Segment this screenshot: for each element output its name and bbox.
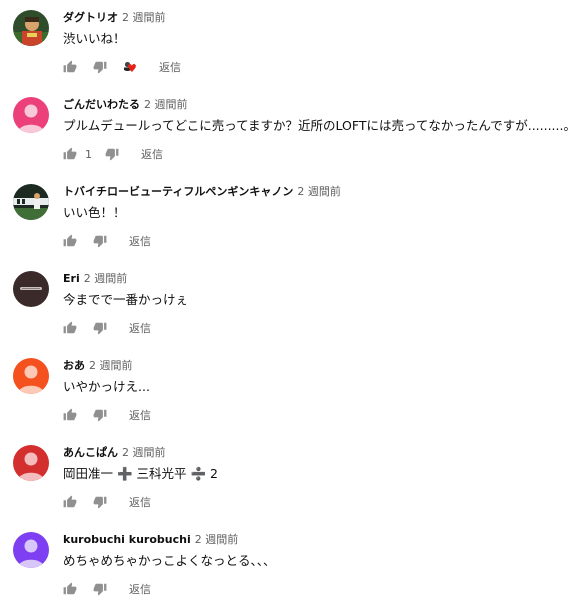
comment-header: おあ 2 週間前 — [63, 359, 133, 373]
thumb-down-icon[interactable] — [105, 147, 119, 161]
like-count: 1 — [85, 147, 92, 161]
thumb-up-icon[interactable] — [63, 582, 77, 596]
comment-header: あんこぱん 2 週間前 — [63, 446, 166, 460]
comment-thread: ダグトリオ 2 週間前 渋いいね！ ♥ 返信 — [0, 0, 570, 87]
comment-header: ごんだいわたる 2 週間前 — [63, 98, 188, 112]
thumb-up-icon[interactable] — [63, 321, 77, 335]
comment-header: Eri 2 週間前 — [63, 272, 127, 286]
thumb-down-icon[interactable] — [93, 234, 107, 248]
creator-heart-icon: ♥ — [121, 58, 139, 76]
comment-time[interactable]: 2 週間前 — [122, 446, 166, 459]
comment-thread: ごんだいわたる 2 週間前 プルムデュールってどこに売ってますか？近所のLOFTに… — [0, 87, 570, 174]
comment-thread: Eri 2 週間前 今までで一番かっけぇ 返信 — [0, 261, 570, 348]
comment-actions: 返信 — [63, 405, 151, 425]
default-avatar-icon — [13, 358, 49, 394]
default-avatar-icon — [13, 532, 49, 568]
comment-text: いやかっけえ... — [63, 379, 150, 394]
author-avatar[interactable] — [13, 445, 49, 481]
thumb-down-icon[interactable] — [93, 60, 107, 74]
thumb-up-icon[interactable] — [63, 60, 77, 74]
comments-list: ダグトリオ 2 週間前 渋いいね！ ♥ 返信 ごんだいわたる 2 週間前 プルム… — [0, 0, 570, 600]
heart-icon: ♥ — [127, 62, 137, 75]
photo-avatar-icon — [13, 10, 49, 46]
thumb-up-icon[interactable] — [63, 147, 77, 161]
comment-actions: 返信 — [63, 492, 151, 512]
comment-text: めちゃめちゃかっこよくなっとる、、、 — [63, 553, 276, 568]
reply-button[interactable]: 返信 — [129, 320, 151, 336]
thumb-down-icon[interactable] — [93, 582, 107, 596]
reply-button[interactable]: 返信 — [129, 233, 151, 249]
default-avatar-icon — [13, 445, 49, 481]
author-name[interactable]: kurobuchi kurobuchi — [63, 533, 191, 546]
author-name[interactable]: トバイチロービューティフルペンギンキャノン — [63, 185, 293, 198]
comment-text: プルムデュールってどこに売ってますか？近所のLOFTには売ってなかったんですが.… — [63, 118, 570, 133]
thumb-down-icon[interactable] — [93, 408, 107, 422]
comment-time[interactable]: 2 週間前 — [195, 533, 239, 546]
comment-actions: 返信 — [63, 231, 151, 251]
comment-time[interactable]: 2 週間前 — [84, 272, 128, 285]
author-name[interactable]: Eri — [63, 272, 80, 285]
thumb-up-icon[interactable] — [63, 495, 77, 509]
comment-text: いい色！！ — [63, 205, 126, 220]
reply-button[interactable]: 返信 — [129, 581, 151, 597]
comment-time[interactable]: 2 週間前 — [89, 359, 133, 372]
comment-header: トバイチロービューティフルペンギンキャノン 2 週間前 — [63, 185, 341, 199]
comment-thread: おあ 2 週間前 いやかっけえ... 返信 — [0, 348, 570, 435]
default-avatar-icon — [13, 97, 49, 133]
comment-text: 岡田准一 ➕ 三科光平 ➗ 2 — [63, 466, 218, 481]
thumb-down-icon[interactable] — [93, 321, 107, 335]
author-avatar[interactable] — [13, 532, 49, 568]
reply-button[interactable]: 返信 — [159, 59, 181, 75]
author-name[interactable]: おあ — [63, 359, 85, 372]
reply-button[interactable]: 返信 — [141, 146, 163, 162]
comment-header: kurobuchi kurobuchi 2 週間前 — [63, 533, 238, 547]
author-avatar[interactable] — [13, 184, 49, 220]
comment-actions: 返信 — [63, 579, 151, 599]
author-avatar[interactable] — [13, 10, 49, 46]
comment-thread: kurobuchi kurobuchi 2 週間前 めちゃめちゃかっこよくなっとる… — [0, 522, 570, 609]
comment-actions: ♥ 返信 — [63, 57, 181, 77]
author-avatar[interactable] — [13, 271, 49, 307]
comment-text: 今までで一番かっけぇ — [63, 292, 189, 307]
thumb-up-icon[interactable] — [63, 408, 77, 422]
comment-time[interactable]: 2 週間前 — [144, 98, 188, 111]
reply-button[interactable]: 返信 — [129, 494, 151, 510]
comment-actions: 1 返信 — [63, 144, 163, 164]
author-name[interactable]: あんこぱん — [63, 446, 118, 459]
author-avatar[interactable] — [13, 358, 49, 394]
thumb-up-icon[interactable] — [63, 234, 77, 248]
comment-actions: 返信 — [63, 318, 151, 338]
author-name[interactable]: ダグトリオ — [63, 11, 118, 24]
author-name[interactable]: ごんだいわたる — [63, 98, 140, 111]
author-avatar[interactable] — [13, 97, 49, 133]
photo-avatar-icon — [13, 184, 49, 220]
thumb-down-icon[interactable] — [93, 495, 107, 509]
photo-avatar-icon — [13, 271, 49, 307]
comment-thread: トバイチロービューティフルペンギンキャノン 2 週間前 いい色！！ 返信 — [0, 174, 570, 261]
comment-text: 渋いいね！ — [63, 31, 126, 46]
comment-time[interactable]: 2 週間前 — [297, 185, 341, 198]
comment-header: ダグトリオ 2 週間前 — [63, 11, 166, 25]
comment-time[interactable]: 2 週間前 — [122, 11, 166, 24]
comment-thread: あんこぱん 2 週間前 岡田准一 ➕ 三科光平 ➗ 2 返信 — [0, 435, 570, 522]
reply-button[interactable]: 返信 — [129, 407, 151, 423]
